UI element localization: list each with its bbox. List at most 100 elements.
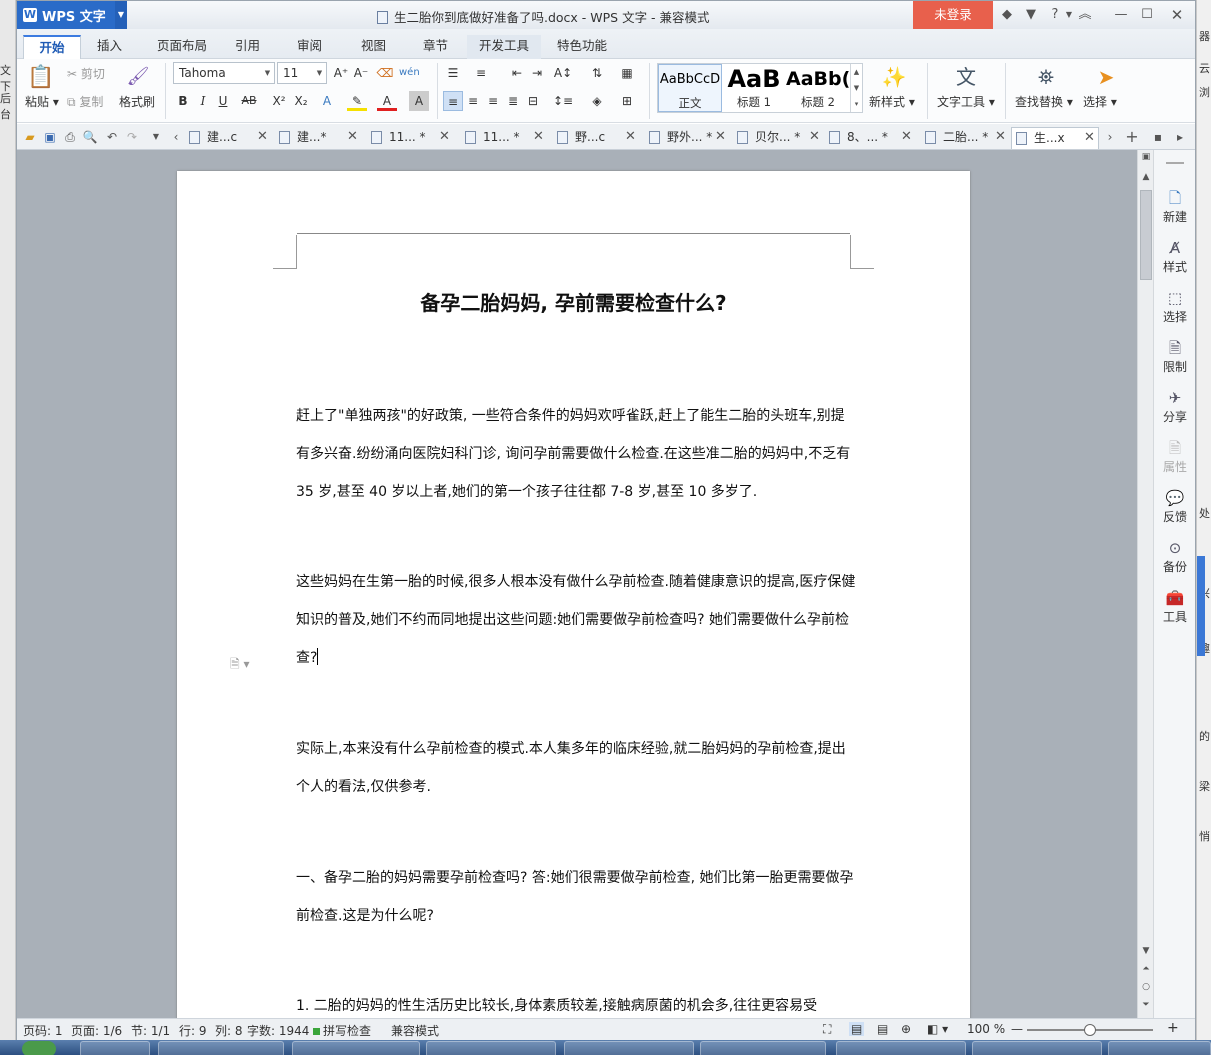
italic-icon[interactable]: I bbox=[193, 91, 213, 111]
collapse-ribbon-icon[interactable]: ︽ bbox=[1075, 5, 1095, 25]
cut-button[interactable]: ✂ 剪切 bbox=[67, 65, 105, 82]
save-icon[interactable]: ▣ bbox=[41, 128, 59, 146]
tab-scroll-left-icon[interactable]: ‹ bbox=[167, 128, 185, 146]
font-name-combo[interactable]: Tahoma ▼ bbox=[173, 62, 275, 84]
page-view-icon[interactable]: ▤ bbox=[849, 1022, 865, 1036]
status-word-count[interactable]: 字数: 1944 bbox=[247, 1022, 309, 1039]
subscript-icon[interactable]: X₂ bbox=[291, 91, 311, 111]
line-spacing-icon[interactable]: ↕≡ bbox=[553, 91, 573, 111]
zoom-in-icon[interactable]: + bbox=[1167, 1020, 1179, 1036]
task-backup[interactable]: ⊙ 备份 bbox=[1154, 538, 1196, 575]
bold-icon[interactable]: B bbox=[173, 91, 193, 111]
format-painter-button[interactable]: 格式刷 bbox=[119, 93, 155, 110]
reading-mode-icon[interactable]: ⛶ bbox=[823, 1022, 831, 1037]
text-tools-button[interactable]: 文字工具 ▾ bbox=[937, 93, 995, 110]
taskbar-item[interactable] bbox=[158, 1041, 284, 1055]
char-shading-icon[interactable]: A bbox=[409, 91, 429, 111]
customize-dropdown-icon[interactable]: ▼ bbox=[147, 128, 165, 146]
underline-icon[interactable]: U bbox=[213, 91, 233, 111]
status-spell-check[interactable]: 拼写检查 bbox=[313, 1022, 371, 1039]
status-pages[interactable]: 页面: 1/6 bbox=[71, 1022, 122, 1039]
zoom-level[interactable]: 100 % bbox=[967, 1022, 1005, 1036]
tab-page-layout[interactable]: 页面布局 bbox=[145, 35, 219, 59]
task-restrict[interactable]: 🗎 限制 bbox=[1154, 338, 1196, 375]
tab-references[interactable]: 引用 bbox=[223, 35, 272, 59]
paragraph[interactable]: 实际上,本来没有什么孕前检查的模式.本人集多年的临床经验,就二胎妈妈的孕前检查,… bbox=[296, 730, 856, 806]
eye-protection-icon[interactable]: ◧ ▾ bbox=[927, 1022, 948, 1036]
paragraph[interactable]: 这些妈妈在生第一胎的时候,很多人根本没有做什么孕前检查.随着健康意识的提高,医疗… bbox=[296, 563, 856, 677]
web-view-icon[interactable]: ⊕ bbox=[901, 1022, 911, 1036]
taskbar-item[interactable] bbox=[836, 1041, 966, 1055]
highlight-icon[interactable]: ✎ bbox=[347, 91, 367, 111]
paste-icon[interactable]: 📋 bbox=[27, 63, 54, 93]
select-button[interactable]: 选择 ▾ bbox=[1083, 93, 1117, 110]
doc-tab[interactable]: 野外... * ✕ bbox=[645, 127, 731, 149]
close-tab-icon[interactable]: ✕ bbox=[439, 127, 450, 147]
paragraph[interactable]: 一、备孕二胎的妈妈需要孕前检查吗? 答:她们很需要做孕前检查, 她们比第一胎更需… bbox=[296, 859, 856, 935]
tab-scroll-right-icon[interactable]: › bbox=[1101, 128, 1119, 146]
shading-icon[interactable]: ◈ bbox=[587, 91, 607, 111]
tab-view[interactable]: 视图 bbox=[349, 35, 398, 59]
close-tab-icon[interactable]: ✕ bbox=[347, 127, 358, 147]
taskbar-item[interactable] bbox=[972, 1041, 1102, 1055]
copy-button[interactable]: ⧉ 复制 bbox=[67, 93, 103, 110]
close-tab-icon[interactable]: ✕ bbox=[1084, 128, 1095, 148]
minimize-icon[interactable]: — bbox=[1111, 5, 1131, 25]
close-tab-icon[interactable]: ✕ bbox=[257, 127, 268, 147]
align-left-icon[interactable]: ≡ bbox=[443, 91, 463, 111]
taskbar-item[interactable] bbox=[700, 1041, 826, 1055]
paragraph-layout-icon[interactable]: 🗎 ▾ bbox=[230, 655, 250, 676]
taskbar-item[interactable] bbox=[1108, 1041, 1211, 1055]
phonetic-guide-icon[interactable]: wén bbox=[399, 63, 420, 83]
prev-page-icon[interactable]: ⏶ bbox=[1138, 964, 1154, 974]
bullet-list-icon[interactable]: ☰ bbox=[443, 63, 463, 83]
close-tab-icon[interactable]: ✕ bbox=[715, 127, 726, 147]
vertical-scrollbar[interactable]: ▣ ▲ ▼ ⏶ ○ ⏷ bbox=[1137, 150, 1153, 1018]
taskbar-item[interactable] bbox=[80, 1041, 150, 1055]
skin-icon[interactable]: ◆ bbox=[997, 5, 1017, 25]
table-icon[interactable]: ▦ bbox=[617, 63, 637, 83]
shirt-icon[interactable]: ▼ bbox=[1021, 5, 1041, 25]
taskbar-item[interactable] bbox=[564, 1041, 694, 1055]
distribute-icon[interactable]: ⊟ bbox=[523, 91, 543, 111]
doc-tab-active[interactable]: 生...x ✕ bbox=[1011, 127, 1099, 149]
doc-tab[interactable]: 贝尔... * ✕ bbox=[733, 127, 825, 149]
new-style-icon[interactable]: ✨ bbox=[879, 63, 909, 91]
print-preview-icon[interactable]: 🔍 bbox=[81, 128, 99, 146]
close-tab-icon[interactable]: ✕ bbox=[995, 127, 1006, 147]
taskbar-item[interactable] bbox=[426, 1041, 556, 1055]
task-tools[interactable]: 🧰 工具 bbox=[1154, 588, 1196, 625]
text-effect-icon[interactable]: A bbox=[317, 91, 337, 111]
increase-indent-icon[interactable]: ⇥ bbox=[527, 63, 547, 83]
font-size-combo[interactable]: 11 ▼ bbox=[277, 62, 327, 84]
task-properties[interactable]: 🗎 属性 bbox=[1154, 438, 1196, 475]
next-page-icon[interactable]: ⏷ bbox=[1138, 1000, 1154, 1010]
gallery-scroll[interactable]: ▲ ▼ ▾ bbox=[850, 64, 862, 112]
close-tab-icon[interactable]: ✕ bbox=[625, 127, 636, 147]
task-share[interactable]: ✈ 分享 bbox=[1154, 388, 1196, 425]
sort-icon[interactable]: ⇅ bbox=[587, 63, 607, 83]
tab-list-icon[interactable]: ▪ bbox=[1149, 128, 1167, 146]
close-tab-icon[interactable]: ✕ bbox=[809, 127, 820, 147]
undo-icon[interactable]: ↶ bbox=[103, 128, 121, 146]
shrink-font-icon[interactable]: A⁻ bbox=[351, 63, 371, 83]
status-page-code[interactable]: 页码: 1 bbox=[23, 1022, 63, 1039]
align-center-icon[interactable]: ≡ bbox=[463, 91, 483, 111]
paste-button[interactable]: 粘贴 ▾ bbox=[25, 93, 59, 110]
close-tab-icon[interactable]: ✕ bbox=[533, 127, 544, 147]
doc-tab[interactable]: 建...c ✕ bbox=[185, 127, 273, 149]
scroll-down-icon[interactable]: ▼ bbox=[1138, 946, 1154, 956]
text-tools-icon[interactable]: 文 bbox=[951, 63, 981, 91]
right-edge-panel-handle[interactable] bbox=[1197, 556, 1205, 656]
tab-review[interactable]: 审阅 bbox=[285, 35, 334, 59]
doc-tab[interactable]: 建...* ✕ bbox=[275, 127, 363, 149]
select-cursor-icon[interactable]: ➤ bbox=[1091, 63, 1121, 91]
zoom-slider-thumb[interactable] bbox=[1084, 1024, 1096, 1036]
redo-icon[interactable]: ↷ bbox=[123, 128, 141, 146]
status-col[interactable]: 列: 8 bbox=[215, 1022, 243, 1039]
ruler-toggle-icon[interactable]: ▣ bbox=[1138, 152, 1154, 162]
status-section[interactable]: 节: 1/1 bbox=[131, 1022, 170, 1039]
format-painter-icon[interactable]: 🖌 bbox=[125, 63, 151, 91]
numbered-list-icon[interactable]: ≡ bbox=[471, 63, 491, 83]
border-icon[interactable]: ⊞ bbox=[617, 91, 637, 111]
